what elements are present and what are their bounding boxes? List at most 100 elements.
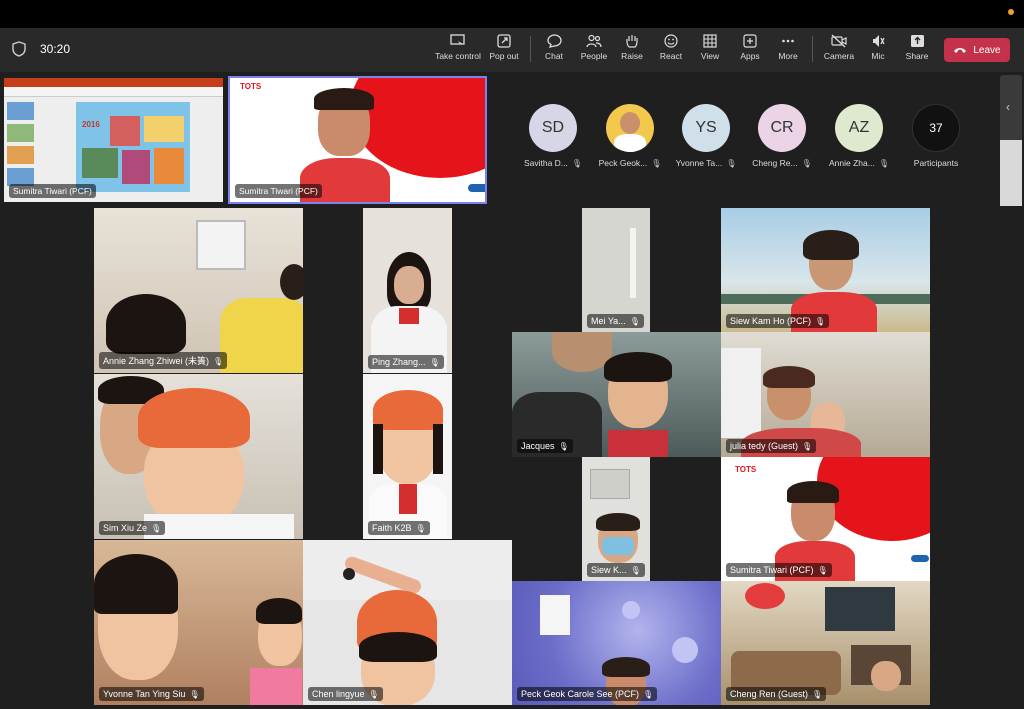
slide-thumb xyxy=(7,102,34,120)
video-tile[interactable]: Siew K... 🎙 xyxy=(582,457,650,581)
mic-off-icon: 🎙 xyxy=(213,357,224,366)
raise-hand-button[interactable]: Raise xyxy=(618,32,646,68)
face xyxy=(394,266,424,304)
pop-out-button[interactable]: Pop out xyxy=(486,32,522,68)
participant-name: Sumitra Tiwari (PCF) xyxy=(235,184,322,198)
take-control-button[interactable]: Take control xyxy=(434,32,482,68)
white-shirt xyxy=(144,514,294,539)
roster-item[interactable]: AZ Annie Zha... 🎙 xyxy=(829,104,889,168)
top-strip xyxy=(0,0,1024,28)
hair xyxy=(433,424,443,474)
video-tile[interactable]: Siew Kam Ho (PCF) 🎙 xyxy=(721,208,930,332)
slide-photo xyxy=(154,148,184,184)
hair xyxy=(787,481,839,503)
share-button[interactable]: Share xyxy=(902,32,932,68)
sibling-hair xyxy=(256,598,302,624)
roster-item[interactable]: Peck Geok... 🎙 xyxy=(599,104,661,168)
mic-off-icon: 🎙 xyxy=(802,442,813,451)
child-on-sofa xyxy=(871,661,901,691)
camera-off-icon xyxy=(831,34,847,48)
participants-label: Participants xyxy=(913,158,959,168)
chat-button[interactable]: Chat xyxy=(540,32,568,68)
roster-item[interactable]: YS Yvonne Ta... 🎙 xyxy=(676,104,736,168)
child-hair xyxy=(94,554,178,614)
more-icon xyxy=(782,39,794,43)
shield-icon xyxy=(12,41,26,57)
participant-name: Siew Kam Ho (PCF) 🎙 xyxy=(726,314,830,328)
apps-button[interactable]: Apps xyxy=(736,32,764,68)
video-tile[interactable]: Cheng Ren (Guest) 🎙 xyxy=(721,581,930,705)
roster-scrollbar-thumb[interactable] xyxy=(1000,140,1022,206)
mic-off-icon: 🎙 xyxy=(571,158,583,168)
video-tile[interactable]: Sim Xiu Ze 🎙 xyxy=(94,374,303,539)
smiley-icon xyxy=(664,34,678,48)
react-label: React xyxy=(659,51,683,61)
tv-cabinet xyxy=(825,587,895,631)
pink-shirt xyxy=(250,668,302,705)
ppt-ribbon xyxy=(4,78,223,87)
video-tile[interactable]: Ping Zhang... 🎙 xyxy=(363,208,452,373)
shared-screen-thumbnail[interactable]: 2016 Sumitra Tiwari (PCF) xyxy=(4,78,223,202)
mic-off-icon xyxy=(873,35,885,47)
video-tile[interactable]: Jacques 🎙 xyxy=(512,332,721,457)
people-button[interactable]: People xyxy=(578,32,610,68)
pop-out-icon xyxy=(497,34,511,48)
react-button[interactable]: React xyxy=(656,32,686,68)
video-tile[interactable]: TOTS Sumitra Tiwari (PCF) 🎙 xyxy=(721,457,930,581)
take-control-icon xyxy=(450,34,465,47)
wristwatch xyxy=(343,568,355,580)
avatar: CR xyxy=(758,104,806,152)
slide-canvas: 2016 xyxy=(76,102,190,192)
toolbar-divider xyxy=(812,36,813,62)
speaker-hair xyxy=(314,88,374,110)
chevron-left-icon[interactable]: ‹ xyxy=(1006,100,1010,114)
slide-thumb xyxy=(7,124,34,142)
mic-off-icon: 🎙 xyxy=(878,158,889,168)
video-tile[interactable]: Chen lingyue 🎙 xyxy=(303,540,512,705)
roster-item[interactable]: CR Cheng Re... 🎙 xyxy=(752,104,812,168)
camera-button[interactable]: Camera xyxy=(822,32,856,68)
toolbar-divider xyxy=(530,36,531,62)
red-collar xyxy=(399,308,419,324)
mic-off-icon: 🎙 xyxy=(189,690,200,699)
participants-button[interactable]: 37 Participants xyxy=(906,104,966,168)
people-label: People xyxy=(580,51,608,61)
mic-off-icon: 🎙 xyxy=(815,317,826,326)
slide-photo xyxy=(144,116,184,142)
leave-label: Leave xyxy=(973,44,1001,56)
view-label: View xyxy=(700,51,720,61)
red-collar xyxy=(399,484,417,514)
view-button[interactable]: View xyxy=(696,32,724,68)
slide-photo xyxy=(122,150,150,184)
more-label: More xyxy=(778,51,798,61)
wall-frame xyxy=(196,220,246,270)
more-button[interactable]: More xyxy=(774,32,802,68)
hair xyxy=(602,657,650,677)
adult-yellow-shirt xyxy=(220,298,303,373)
camera-label: Camera xyxy=(823,51,855,61)
mic-off-icon: 🎙 xyxy=(151,524,162,533)
video-tile[interactable]: Peck Geok Carole See (PCF) 🎙 xyxy=(512,581,721,705)
mic-button[interactable]: Mic xyxy=(864,32,892,68)
mic-off-icon: 🎙 xyxy=(801,158,812,168)
avatar: YS xyxy=(682,104,730,152)
mic-off-icon: 🎙 xyxy=(812,690,823,699)
video-tile[interactable]: Faith K2B 🎙 xyxy=(363,374,452,539)
video-tile[interactable]: Yvonne Tan Ying Siu 🎙 xyxy=(94,540,303,705)
roster-name: Annie Zha... xyxy=(829,158,875,168)
video-tile[interactable]: Annie Zhang Zhiwei (未簀) 🎙 xyxy=(94,208,303,373)
bubble xyxy=(672,637,698,663)
pinned-speaker-video[interactable]: TOTS Sumitra Tiwari (PCF) xyxy=(228,76,487,204)
roster-item[interactable]: SD Savitha D... 🎙 xyxy=(523,104,583,168)
video-tile[interactable]: Mei Ya... 🎙 xyxy=(582,208,650,332)
video-tile[interactable]: julia tedy (Guest) 🎙 xyxy=(721,332,930,457)
participant-name: Yvonne Tan Ying Siu 🎙 xyxy=(99,687,204,701)
adult-head xyxy=(280,264,303,300)
mic-off-icon: 🎙 xyxy=(643,690,654,699)
apps-label: Apps xyxy=(740,51,760,61)
participant-name: Faith K2B 🎙 xyxy=(368,521,430,535)
roster-name: Savitha D... xyxy=(523,158,568,168)
leave-button[interactable]: Leave xyxy=(944,38,1010,62)
raise-label: Raise xyxy=(621,51,643,61)
hair xyxy=(763,366,815,388)
